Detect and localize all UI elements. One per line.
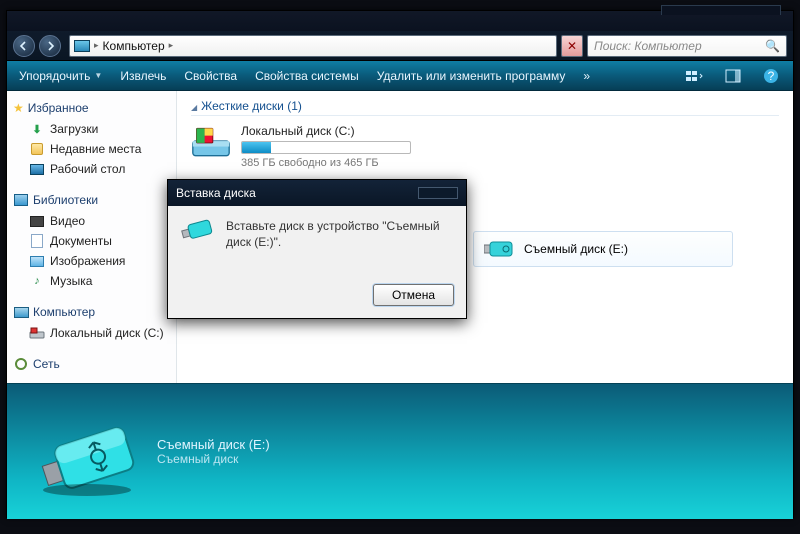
address-bar[interactable]: ▸ Компьютер ▸ xyxy=(69,35,557,57)
drive-usage-bar xyxy=(241,141,411,154)
explorer-window: ▸ Компьютер ▸ ✕ Поиск: Компьютер 🔍 Упоря… xyxy=(6,10,794,518)
extract-button[interactable]: Извлечь xyxy=(120,69,166,83)
breadcrumb-root[interactable]: Компьютер xyxy=(103,39,165,53)
breadcrumb-separator-icon: ▸ xyxy=(94,40,99,51)
overflow-button[interactable]: » xyxy=(583,69,590,83)
libraries-header[interactable]: Библиотеки xyxy=(7,189,176,211)
dialog-message: Вставьте диск в устройство "Съемный диск… xyxy=(226,218,454,264)
stop-button[interactable]: ✕ xyxy=(561,35,583,57)
video-icon xyxy=(29,214,45,228)
drive-info: Локальный диск (C:) 385 ГБ свободно из 4… xyxy=(241,124,411,169)
help-button[interactable]: ? xyxy=(761,68,781,84)
hard-drive-icon xyxy=(191,124,231,160)
downloads-icon: ⬇ xyxy=(29,122,45,136)
chevron-down-icon: ▼ xyxy=(94,71,102,80)
details-title: Съемный диск (E:) xyxy=(157,437,270,452)
network-header[interactable]: Сеть xyxy=(7,353,176,375)
images-icon xyxy=(29,254,45,268)
cancel-button[interactable]: Отмена xyxy=(373,284,454,306)
sidebar-item-documents[interactable]: Документы xyxy=(7,231,176,251)
view-options-button[interactable] xyxy=(685,68,705,84)
computer-icon xyxy=(13,305,29,319)
dialog-title: Вставка диска xyxy=(176,186,256,200)
search-icon: 🔍 xyxy=(765,39,780,53)
usb-drive-large-icon xyxy=(27,412,137,492)
favorites-header[interactable]: ★Избранное xyxy=(7,97,176,119)
collapse-icon: ◢ xyxy=(191,103,197,112)
sidebar-item-desktop[interactable]: Рабочий стол xyxy=(7,159,176,179)
system-properties-button[interactable]: Свойства системы xyxy=(255,69,359,83)
organize-menu[interactable]: Упорядочить▼ xyxy=(19,69,102,83)
computer-icon xyxy=(74,40,90,52)
desktop-icon xyxy=(29,162,45,176)
network-icon xyxy=(13,357,29,371)
drive-icon xyxy=(29,326,45,340)
category-hard-drives[interactable]: ◢Жесткие диски (1) xyxy=(191,99,779,116)
window-controls-placeholder[interactable] xyxy=(661,5,781,15)
usb-drive-icon xyxy=(484,238,514,260)
properties-button[interactable]: Свойства xyxy=(184,69,237,83)
uninstall-button[interactable]: Удалить или изменить программу xyxy=(377,69,566,83)
sidebar-item-local-c[interactable]: Локальный диск (C:) xyxy=(7,323,176,343)
command-bar: Упорядочить▼ Извлечь Свойства Свойства с… xyxy=(7,61,793,91)
breadcrumb-separator-icon: ▸ xyxy=(169,40,174,51)
sidebar-item-music[interactable]: ♪Музыка xyxy=(7,271,176,291)
dialog-body: Вставьте диск в устройство "Съемный диск… xyxy=(168,206,466,276)
recent-icon xyxy=(29,142,45,156)
nav-bar: ▸ Компьютер ▸ ✕ Поиск: Компьютер 🔍 xyxy=(7,31,793,61)
removable-name: Съемный диск (E:) xyxy=(524,242,628,256)
drive-local-c[interactable]: Локальный диск (C:) 385 ГБ свободно из 4… xyxy=(191,124,779,169)
preview-pane-button[interactable] xyxy=(723,68,743,84)
sidebar-item-downloads[interactable]: ⬇Загрузки xyxy=(7,119,176,139)
titlebar[interactable] xyxy=(7,11,793,31)
search-placeholder: Поиск: Компьютер xyxy=(594,39,702,53)
usb-drive-icon xyxy=(180,218,214,242)
details-pane: Съемный диск (E:) Съемный диск xyxy=(7,383,793,519)
star-icon: ★ xyxy=(13,101,24,115)
music-icon: ♪ xyxy=(29,274,45,288)
libraries-icon xyxy=(13,193,29,207)
drive-removable-e[interactable]: Съемный диск (E:) xyxy=(473,231,733,267)
nav-pane: ★Избранное ⬇Загрузки Недавние места Рабо… xyxy=(7,91,177,383)
search-input[interactable]: Поиск: Компьютер 🔍 xyxy=(587,35,787,57)
svg-text:?: ? xyxy=(768,69,775,83)
sidebar-item-images[interactable]: Изображения xyxy=(7,251,176,271)
drive-free-text: 385 ГБ свободно из 465 ГБ xyxy=(241,157,411,169)
drive-name: Локальный диск (C:) xyxy=(241,124,411,138)
details-subtitle: Съемный диск xyxy=(157,452,270,466)
dialog-titlebar[interactable]: Вставка диска xyxy=(168,180,466,206)
documents-icon xyxy=(29,234,45,248)
computer-header[interactable]: Компьютер xyxy=(7,301,176,323)
dialog-footer: Отмена xyxy=(168,276,466,318)
back-button[interactable] xyxy=(13,35,35,57)
forward-button[interactable] xyxy=(39,35,61,57)
insert-disk-dialog: Вставка диска Вставьте диск в устройство… xyxy=(167,179,467,319)
details-text: Съемный диск (E:) Съемный диск xyxy=(157,437,270,466)
sidebar-item-video[interactable]: Видео xyxy=(7,211,176,231)
dialog-window-buttons[interactable] xyxy=(418,187,458,199)
drive-usage-fill xyxy=(242,142,271,153)
sidebar-item-recent[interactable]: Недавние места xyxy=(7,139,176,159)
